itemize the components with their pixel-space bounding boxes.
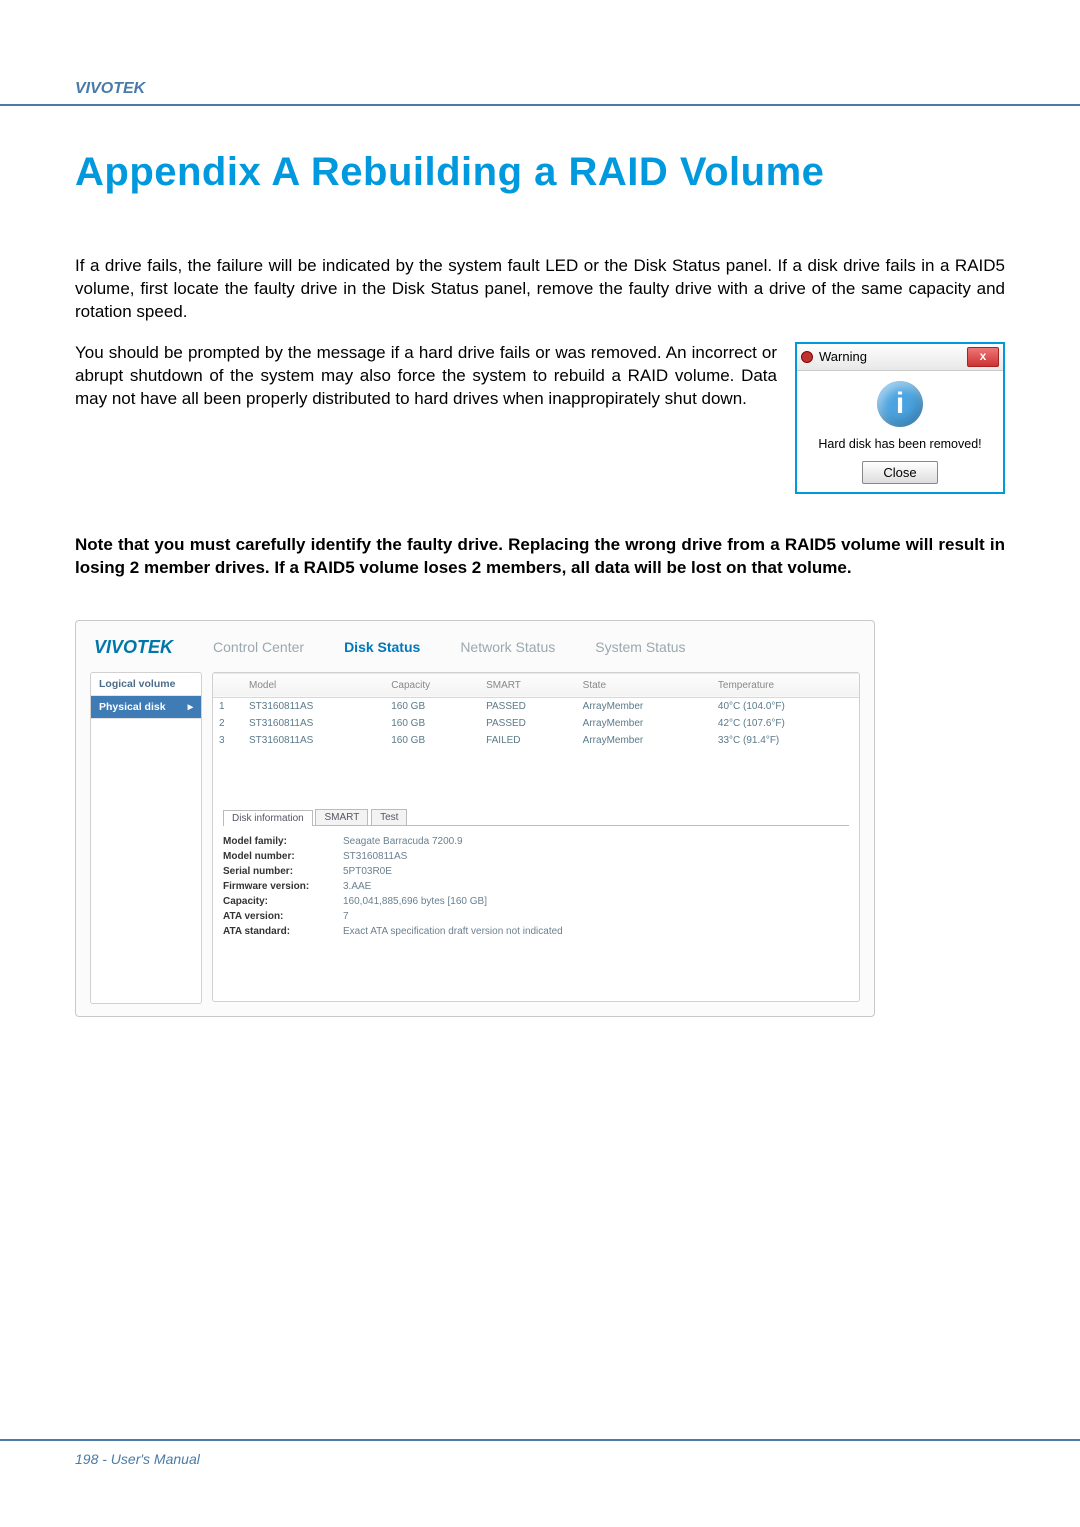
cell-model: ST3160811AS	[243, 732, 385, 749]
app-body: Logical volume Physical disk Model Capac…	[90, 672, 860, 1004]
cell-idx: 2	[213, 715, 243, 732]
app-topbar: VIVOTEK Control Center Disk Status Netwo…	[90, 633, 860, 672]
cell-model: ST3160811AS	[243, 697, 385, 715]
col-model: Model	[243, 673, 385, 697]
cell-state: ArrayMember	[577, 732, 712, 749]
tab-control-center[interactable]: Control Center	[213, 639, 304, 655]
footer-text: 198 - User's Manual	[75, 1451, 200, 1467]
info-row: ATA standard:Exact ATA specification dra…	[223, 924, 849, 939]
disk-table: Model Capacity SMART State Temperature 1…	[213, 673, 859, 749]
info-row: ATA version:7	[223, 909, 849, 924]
info-value: 3.AAE	[343, 881, 371, 892]
tab-system-status[interactable]: System Status	[595, 639, 685, 655]
sidebar: Logical volume Physical disk	[90, 672, 202, 1004]
warning-title-text: Warning	[819, 349, 867, 364]
caution-note: Note that you must carefully identify th…	[75, 534, 1005, 580]
info-label: Capacity:	[223, 896, 343, 907]
col-smart: SMART	[480, 673, 577, 697]
dialog-close-x[interactable]: x	[967, 347, 999, 367]
cell-capacity: 160 GB	[385, 697, 480, 715]
cell-idx: 3	[213, 732, 243, 749]
cell-temp: 40°C (104.0°F)	[712, 697, 859, 715]
info-row: Firmware version:3.AAE	[223, 879, 849, 894]
table-header-row: Model Capacity SMART State Temperature	[213, 673, 859, 697]
warning-dot-icon	[801, 351, 813, 363]
intro-paragraph-1: If a drive fails, the failure will be in…	[75, 255, 1005, 324]
subtabs: Disk information SMART Test	[213, 809, 859, 826]
info-value: Seagate Barracuda 7200.9	[343, 836, 463, 847]
info-value: Exact ATA specification draft version no…	[343, 926, 563, 937]
page-header: VIVOTEK	[0, 80, 1080, 106]
app-logo: VIVOTEK	[94, 637, 173, 658]
sidebar-item-physical-disk[interactable]: Physical disk	[91, 696, 201, 719]
cell-smart: PASSED	[480, 697, 577, 715]
main-pane: Model Capacity SMART State Temperature 1…	[212, 672, 860, 1002]
info-row: Model family:Seagate Barracuda 7200.9	[223, 834, 849, 849]
warning-dialog: Warning x i Hard disk has been removed! …	[795, 342, 1005, 494]
tab-network-status[interactable]: Network Status	[460, 639, 555, 655]
info-value: 5PT03R0E	[343, 866, 392, 877]
cell-model: ST3160811AS	[243, 715, 385, 732]
cell-temp: 42°C (107.6°F)	[712, 715, 859, 732]
subtab-smart[interactable]: SMART	[315, 809, 368, 825]
subtab-test[interactable]: Test	[371, 809, 407, 825]
cell-capacity: 160 GB	[385, 715, 480, 732]
dialog-close-button[interactable]: Close	[862, 461, 937, 484]
subtab-underline	[223, 825, 849, 826]
cell-idx: 1	[213, 697, 243, 715]
warning-body: i Hard disk has been removed! Close	[797, 371, 1003, 492]
info-value: 160,041,885,696 bytes [160 GB]	[343, 896, 487, 907]
page-footer: 198 - User's Manual	[0, 1439, 1080, 1467]
info-value: ST3160811AS	[343, 851, 407, 862]
cell-temp: 33°C (91.4°F)	[712, 732, 859, 749]
cell-state: ArrayMember	[577, 697, 712, 715]
table-row[interactable]: 2 ST3160811AS 160 GB PASSED ArrayMember …	[213, 715, 859, 732]
info-row: Capacity:160,041,885,696 bytes [160 GB]	[223, 894, 849, 909]
cell-state: ArrayMember	[577, 715, 712, 732]
paragraph-with-dialog-row: You should be prompted by the message if…	[75, 342, 1005, 494]
info-label: ATA standard:	[223, 926, 343, 937]
col-state: State	[577, 673, 712, 697]
disk-status-screenshot: VIVOTEK Control Center Disk Status Netwo…	[75, 620, 875, 1017]
warning-titlebar: Warning x	[797, 344, 1003, 371]
intro-paragraph-2: You should be prompted by the message if…	[75, 342, 777, 476]
info-label: Model number:	[223, 851, 343, 862]
page: VIVOTEK Appendix A Rebuilding a RAID Vol…	[0, 0, 1080, 1527]
info-row: Model number:ST3160811AS	[223, 849, 849, 864]
info-value: 7	[343, 911, 349, 922]
info-label: ATA version:	[223, 911, 343, 922]
page-title: Appendix A Rebuilding a RAID Volume	[75, 150, 1005, 195]
content-area: Appendix A Rebuilding a RAID Volume If a…	[75, 150, 1005, 1017]
table-row[interactable]: 1 ST3160811AS 160 GB PASSED ArrayMember …	[213, 697, 859, 715]
subtab-disk-information[interactable]: Disk information	[223, 810, 313, 826]
cell-smart: PASSED	[480, 715, 577, 732]
info-row: Serial number:5PT03R0E	[223, 864, 849, 879]
tab-disk-status[interactable]: Disk Status	[344, 639, 420, 655]
info-label: Serial number:	[223, 866, 343, 877]
col-idx	[213, 673, 243, 697]
col-temperature: Temperature	[712, 673, 859, 697]
col-capacity: Capacity	[385, 673, 480, 697]
disk-info-rows: Model family:Seagate Barracuda 7200.9 Mo…	[213, 834, 859, 939]
table-row[interactable]: 3 ST3160811AS 160 GB FAILED ArrayMember …	[213, 732, 859, 749]
brand-label: VIVOTEK	[75, 80, 145, 97]
info-icon: i	[877, 381, 923, 427]
cell-smart: FAILED	[480, 732, 577, 749]
sidebar-item-logical-volume[interactable]: Logical volume	[91, 673, 201, 696]
cell-capacity: 160 GB	[385, 732, 480, 749]
info-label: Model family:	[223, 836, 343, 847]
warning-message: Hard disk has been removed!	[803, 437, 997, 451]
info-label: Firmware version:	[223, 881, 343, 892]
